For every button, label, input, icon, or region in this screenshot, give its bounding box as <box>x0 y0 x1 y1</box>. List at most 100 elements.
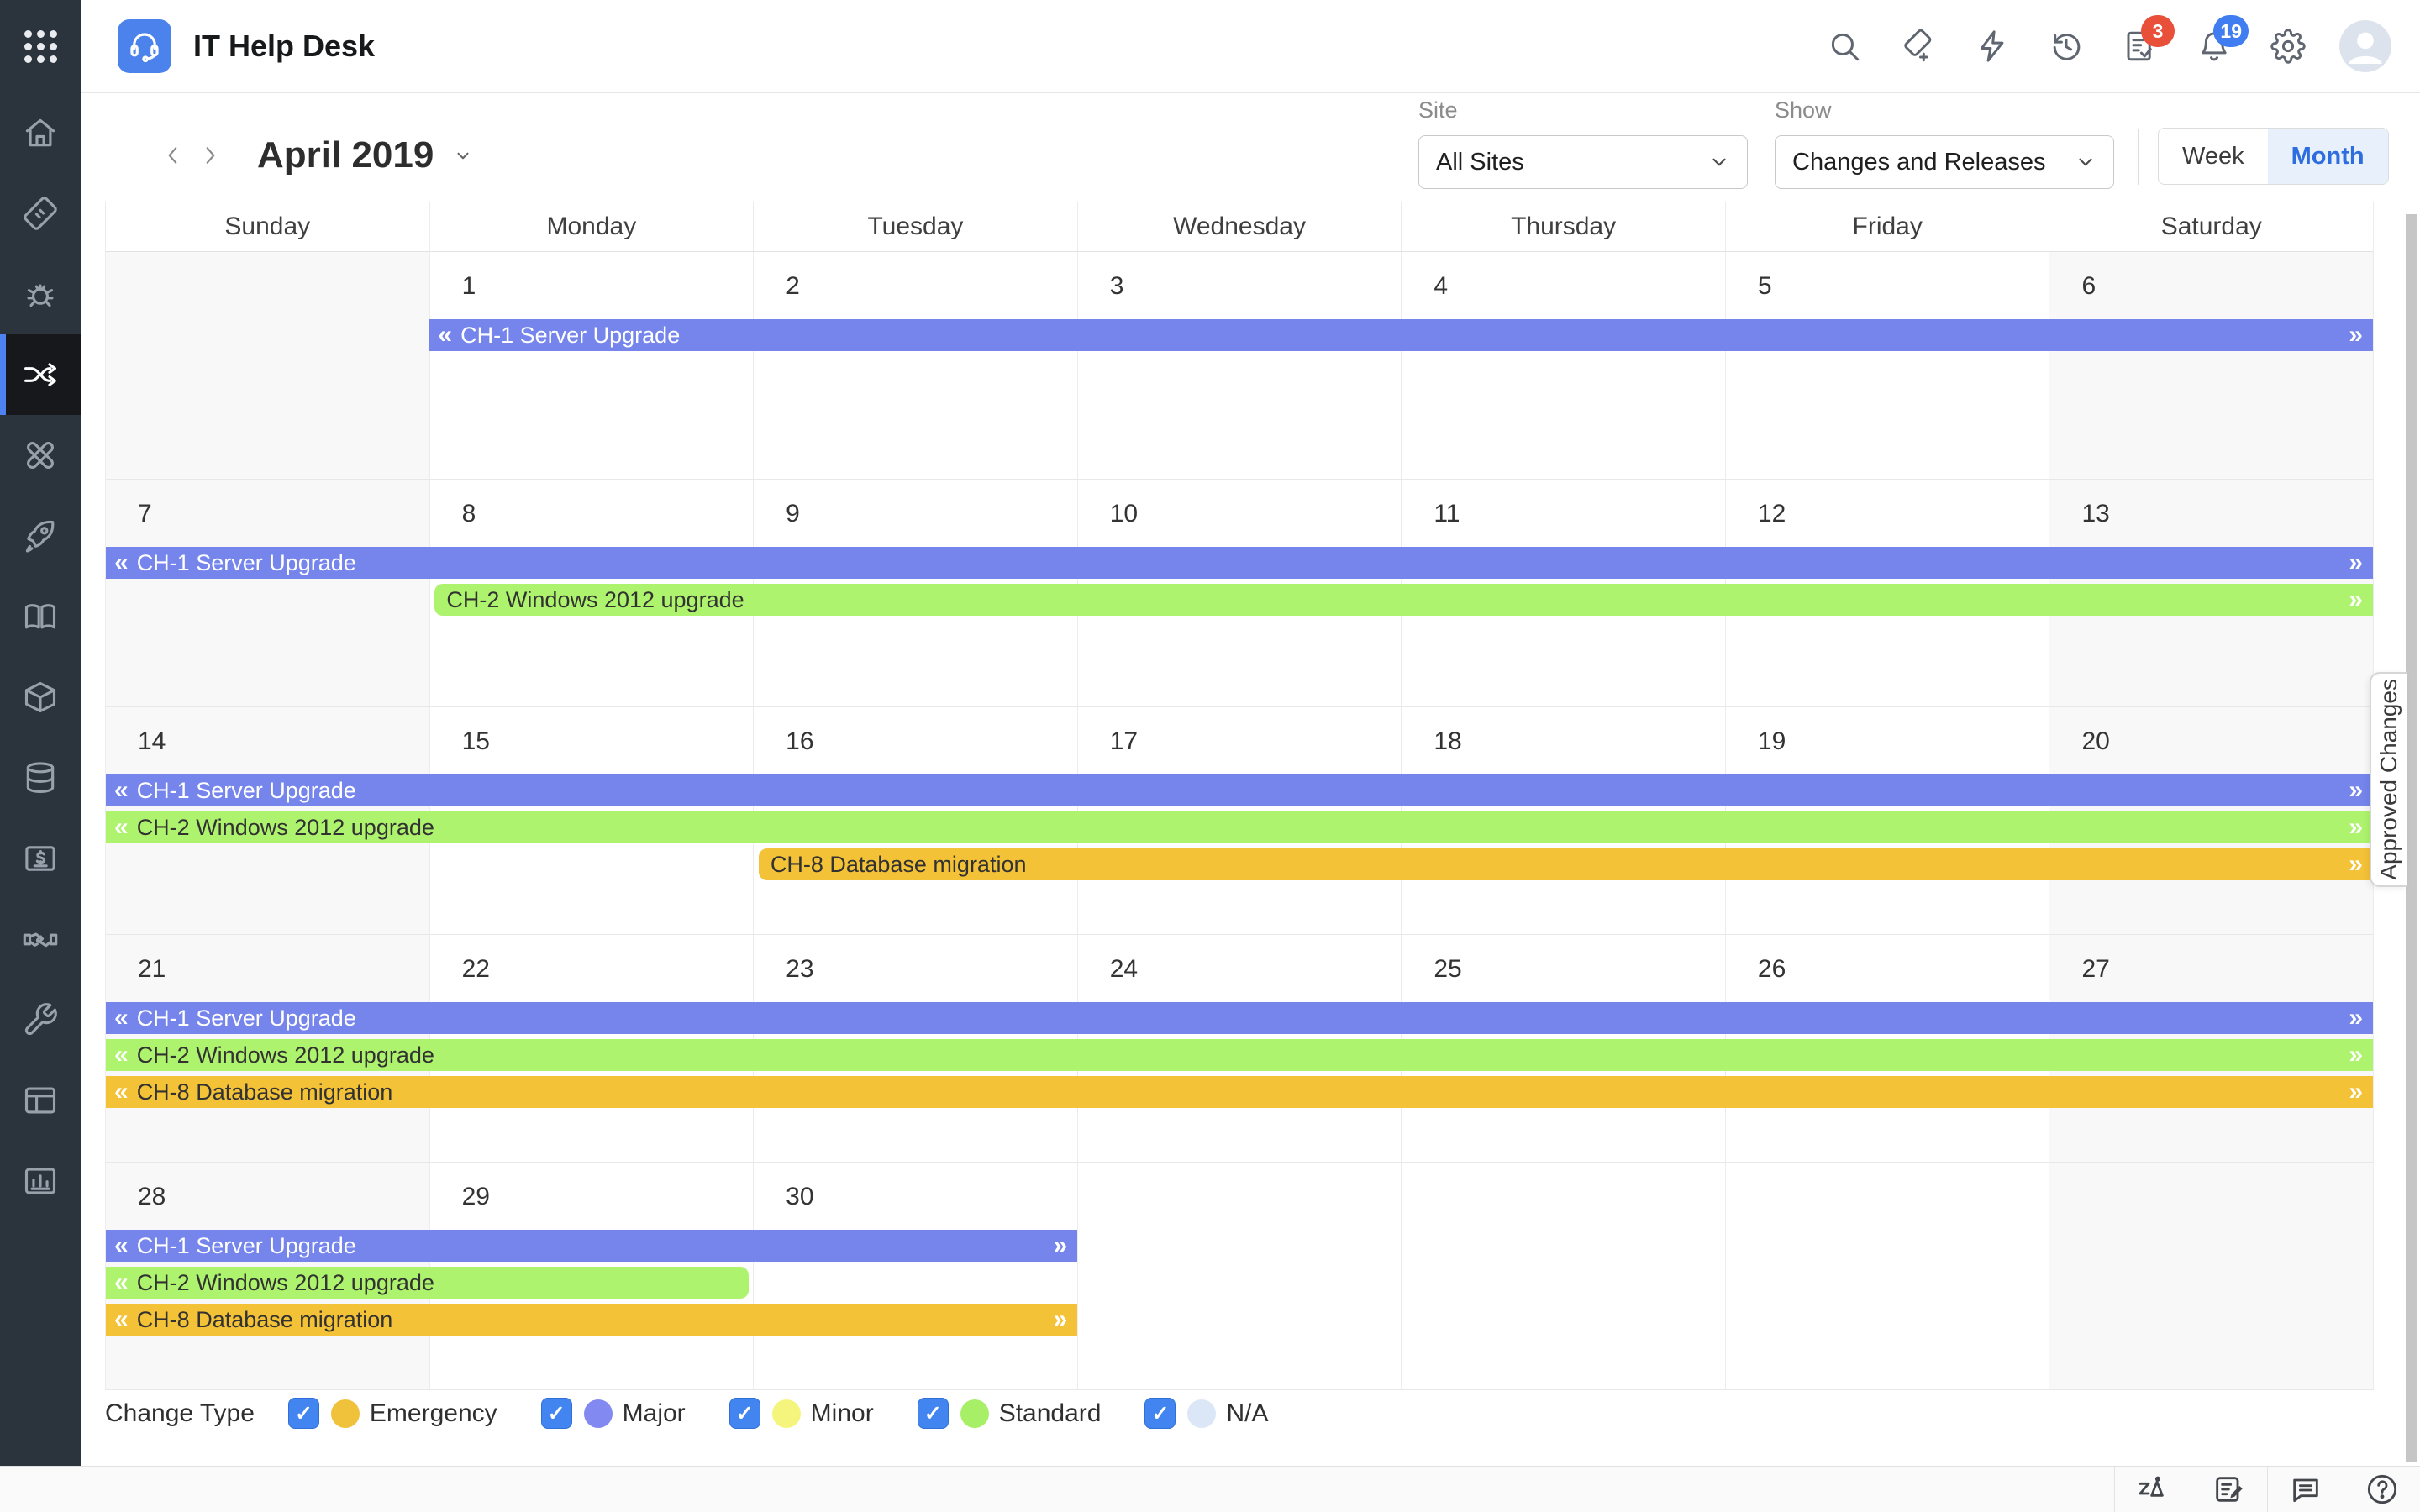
reports-icon[interactable] <box>0 1141 81 1221</box>
checkbox-emergency[interactable]: ✓ <box>288 1398 319 1429</box>
search-icon[interactable] <box>1827 29 1862 64</box>
day-cell[interactable] <box>1077 1163 1402 1389</box>
approved-changes-tab[interactable]: Approved Changes <box>2370 672 2407 887</box>
legend-item: ✓ Minor <box>729 1398 874 1429</box>
day-cell[interactable] <box>106 252 429 479</box>
change-type-dot <box>1187 1399 1216 1428</box>
feedback-icon[interactable] <box>2267 1467 2344 1512</box>
day-cell[interactable] <box>2049 1163 2373 1389</box>
vertical-scrollbar[interactable] <box>2406 214 2417 1462</box>
event-bar[interactable]: «CH-1 Server Upgrade» <box>106 1230 1077 1262</box>
settings-icon[interactable] <box>2270 29 2306 64</box>
app-grid-icon[interactable] <box>0 0 81 92</box>
continues-left-icon: « <box>114 1078 129 1106</box>
legend-label: Emergency <box>370 1399 497 1428</box>
day-header: Monday <box>429 202 754 251</box>
home-icon[interactable] <box>0 92 81 173</box>
event-bar[interactable]: «CH-2 Windows 2012 upgrade <box>106 1267 749 1299</box>
purchases-icon[interactable] <box>0 818 81 899</box>
day-number: 23 <box>786 955 813 983</box>
day-cell[interactable]: 4 <box>1401 252 1725 479</box>
day-cell[interactable]: 1 <box>429 252 754 479</box>
day-cell[interactable]: 2 <box>753 252 1077 479</box>
requests-icon[interactable] <box>0 173 81 254</box>
continues-right-icon: » <box>1054 1231 1068 1260</box>
admin-icon[interactable] <box>0 979 81 1060</box>
calendar-weeks: 123456«CH-1 Server Upgrade»78910111213«C… <box>106 252 2373 1390</box>
quick-actions-icon[interactable] <box>1975 29 2010 64</box>
user-avatar[interactable] <box>2339 20 2391 72</box>
problems-icon[interactable] <box>0 254 81 334</box>
footer-bar <box>0 1466 2420 1512</box>
checkbox-minor[interactable]: ✓ <box>729 1398 760 1429</box>
toolbar-divider <box>2138 129 2139 185</box>
help-icon[interactable] <box>2344 1467 2420 1512</box>
event-label: CH-1 Server Upgrade <box>460 323 680 349</box>
day-number: 14 <box>138 727 166 755</box>
sidebar <box>0 0 81 1467</box>
history-icon[interactable] <box>2049 29 2084 64</box>
site-dropdown[interactable]: All Sites <box>1418 135 1748 189</box>
checkbox-na[interactable]: ✓ <box>1144 1398 1176 1429</box>
legend-item: ✓N/A <box>1144 1398 1268 1429</box>
prev-month-button[interactable] <box>155 132 192 179</box>
day-cell[interactable]: 3 <box>1077 252 1402 479</box>
day-cell[interactable] <box>1725 1163 2049 1389</box>
form-edit-icon[interactable] <box>2191 1467 2267 1512</box>
solutions-icon[interactable] <box>0 576 81 657</box>
add-ticket-icon[interactable] <box>1901 29 1936 64</box>
checkbox-major[interactable]: ✓ <box>541 1398 572 1429</box>
sidebar-items <box>0 92 81 1221</box>
projects-icon[interactable] <box>0 415 81 496</box>
event-bar[interactable]: CH-8 Database migration» <box>759 848 2373 880</box>
event-label: CH-2 Windows 2012 upgrade <box>137 815 434 841</box>
day-number: 2 <box>786 272 800 300</box>
continues-left-icon: « <box>114 1305 129 1334</box>
notifications-icon[interactable]: 19 <box>2196 29 2232 64</box>
day-number: 1 <box>462 272 476 300</box>
event-label: CH-1 Server Upgrade <box>137 1233 356 1259</box>
approvals-icon[interactable]: 3 <box>2123 29 2158 64</box>
day-cell[interactable] <box>1401 1163 1725 1389</box>
header-icons: 3 19 <box>1827 29 2306 64</box>
continues-left-icon: « <box>114 1004 129 1032</box>
week-view-button[interactable]: Week <box>2159 129 2268 184</box>
cmdb-icon[interactable] <box>0 738 81 818</box>
event-bar[interactable]: «CH-8 Database migration» <box>106 1304 1077 1336</box>
day-cell[interactable]: 30 <box>753 1163 1077 1389</box>
week-row: 14151617181920«CH-1 Server Upgrade»«CH-2… <box>106 707 2373 935</box>
day-number: 6 <box>2081 272 2096 300</box>
week-row: 1 2 345 6 «CH-1 Server Upgrade» <box>106 252 2373 480</box>
next-month-button[interactable] <box>192 132 229 179</box>
approved-changes-label: Approved Changes <box>2375 679 2402 880</box>
show-dropdown[interactable]: Changes and Releases <box>1775 135 2114 189</box>
event-bar[interactable]: «CH-1 Server Upgrade» <box>106 774 2373 806</box>
event-bar[interactable]: «CH-1 Server Upgrade» <box>106 1002 2373 1034</box>
day-cell[interactable]: 7 <box>106 480 429 706</box>
legend-title: Change Type <box>105 1399 255 1428</box>
month-picker-caret[interactable] <box>452 144 474 166</box>
event-bar[interactable]: «CH-1 Server Upgrade» <box>429 319 2373 351</box>
event-bar[interactable]: «CH-8 Database migration» <box>106 1076 2373 1108</box>
week-row: 21222324252627«CH-1 Server Upgrade»«CH-2… <box>106 935 2373 1163</box>
event-bar[interactable]: «CH-2 Windows 2012 upgrade» <box>106 1039 2373 1071</box>
day-number: 11 <box>1434 500 1460 528</box>
checkbox-standard[interactable]: ✓ <box>918 1398 949 1429</box>
day-number: 13 <box>2081 500 2109 528</box>
day-number: 9 <box>786 500 800 528</box>
continues-right-icon: » <box>2349 585 2363 614</box>
day-cell[interactable]: 6 <box>2049 252 2373 479</box>
assets-icon[interactable] <box>0 657 81 738</box>
day-cell[interactable]: 5 <box>1725 252 2049 479</box>
zia-icon[interactable] <box>2114 1467 2191 1512</box>
legend-label: Minor <box>811 1399 874 1428</box>
releases-icon[interactable] <box>0 496 81 576</box>
event-bar[interactable]: «CH-1 Server Upgrade» <box>106 547 2373 579</box>
month-view-button[interactable]: Month <box>2268 129 2388 184</box>
event-bar[interactable]: CH-2 Windows 2012 upgrade» <box>434 584 2373 616</box>
event-bar[interactable]: «CH-2 Windows 2012 upgrade» <box>106 811 2373 843</box>
contracts-icon[interactable] <box>0 899 81 979</box>
changes-icon[interactable] <box>0 334 81 415</box>
event-label: CH-1 Server Upgrade <box>137 550 356 576</box>
custom-views-icon[interactable] <box>0 1060 81 1141</box>
